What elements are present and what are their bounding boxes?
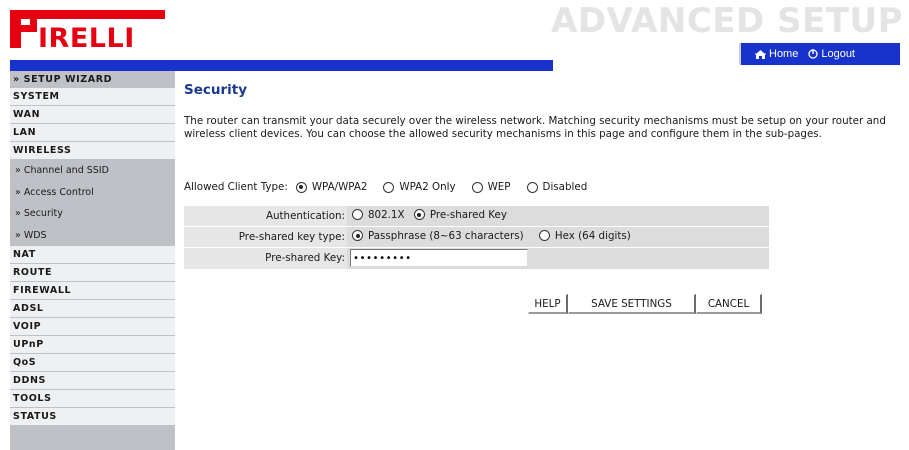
page-header-title: ADVANCED SETUP	[551, 1, 903, 41]
client-type-option-wpa2-only[interactable]: WPA2 Only	[383, 181, 456, 193]
sidebar-item-ddns[interactable]: DDNS	[10, 372, 175, 390]
sidebar-item-setup-wizard[interactable]: » SETUP WIZARD	[10, 71, 175, 88]
psk-label: Pre-shared Key:	[184, 247, 347, 269]
home-icon	[755, 49, 766, 59]
top-nav: Home Logout	[739, 43, 900, 65]
help-button[interactable]: HELP	[528, 294, 568, 314]
radio-passphrase[interactable]	[352, 230, 363, 242]
option-label: Disabled	[542, 181, 588, 193]
home-label: Home	[769, 48, 799, 60]
option-label: Hex (64 digits)	[554, 229, 631, 242]
psk-input[interactable]	[350, 249, 528, 268]
radio-disabled[interactable]	[526, 181, 538, 193]
sidebar-item-system[interactable]: SYSTEM	[10, 88, 175, 106]
logout-link[interactable]: Logout	[808, 48, 855, 60]
sidebar-item-voip[interactable]: VOIP	[10, 318, 175, 336]
sidebar-subitem-access-control[interactable]: » Access Control	[10, 181, 175, 203]
option-label: Passphrase (8~63 characters)	[368, 229, 524, 242]
radio-psk[interactable]	[413, 209, 425, 221]
sidebar-item-tools[interactable]: TOOLS	[10, 390, 175, 408]
option-label: WEP	[487, 181, 511, 193]
sidebar-item-adsl[interactable]: ADSL	[10, 300, 175, 318]
psk-type-option-passphrase[interactable]: Passphrase (8~63 characters)	[352, 230, 524, 242]
cancel-button[interactable]: CANCEL	[696, 294, 762, 314]
radio-wpa-wpa2[interactable]	[295, 181, 307, 193]
client-type-option-wep[interactable]: WEP	[471, 181, 511, 193]
client-type-option-disabled[interactable]: Disabled	[526, 181, 588, 193]
save-settings-button[interactable]: SAVE SETTINGS	[568, 294, 696, 314]
sidebar-item-firewall[interactable]: FIREWALL	[10, 282, 175, 300]
radio-wep[interactable]	[471, 181, 483, 193]
authentication-options: 802.1X Pre-shared Key	[347, 205, 769, 227]
psk-type-row: Pre-shared key type: Passphrase (8~63 ch…	[184, 226, 769, 248]
pirelli-logo: IRELLI	[10, 10, 165, 54]
radio-8021x[interactable]	[352, 209, 363, 221]
logo-text: IRELLI	[38, 23, 135, 48]
option-label: Pre-shared Key	[429, 208, 507, 221]
power-icon	[808, 49, 818, 59]
sidebar-item-status[interactable]: STATUS	[10, 408, 175, 426]
home-link[interactable]: Home	[755, 48, 798, 60]
intro-text: The router can transmit your data secure…	[184, 115, 886, 140]
sidebar-subitem-security[interactable]: » Security	[10, 203, 175, 225]
psk-type-label: Pre-shared key type:	[184, 226, 347, 248]
page-title: Security	[184, 82, 248, 98]
option-label: 802.1X	[368, 208, 405, 221]
psk-type-option-hex[interactable]: Hex (64 digits)	[538, 229, 631, 242]
main-content: Security The router can transmit your da…	[184, 80, 906, 140]
header-bar	[10, 60, 553, 71]
client-type-label: Allowed Client Type:	[184, 181, 288, 193]
psk-value-cell	[347, 247, 769, 269]
auth-option-psk[interactable]: Pre-shared Key	[413, 208, 507, 221]
sidebar-item-route[interactable]: ROUTE	[10, 264, 175, 282]
authentication-row: Authentication: 802.1X Pre-shared Key	[184, 205, 769, 227]
sidebar: » SETUP WIZARD SYSTEM WAN LAN WIRELESS »…	[10, 71, 175, 450]
radio-wpa2-only[interactable]	[383, 181, 395, 193]
sidebar-subitem-wds[interactable]: » WDS	[10, 224, 175, 246]
pirelli-logo-graphic: IRELLI	[10, 10, 165, 54]
client-type-row: Allowed Client Type: WPA/WPA2 WPA2 Only …	[184, 181, 587, 193]
auth-option-8021x[interactable]: 802.1X	[352, 209, 405, 221]
option-label: WPA2 Only	[399, 181, 456, 193]
sidebar-item-lan[interactable]: LAN	[10, 124, 175, 142]
option-label: WPA/WPA2	[311, 181, 368, 193]
psk-row: Pre-shared Key:	[184, 247, 769, 269]
sidebar-item-wireless[interactable]: WIRELESS	[10, 142, 175, 160]
sidebar-item-upnp[interactable]: UPnP	[10, 336, 175, 354]
sidebar-subitem-channel-ssid[interactable]: » Channel and SSID	[10, 160, 175, 182]
authentication-label: Authentication:	[184, 205, 347, 227]
wpa-settings-table: Authentication: 802.1X Pre-shared Key Pr…	[184, 205, 769, 269]
logout-label: Logout	[821, 48, 855, 60]
sidebar-item-wan[interactable]: WAN	[10, 106, 175, 124]
sidebar-item-qos[interactable]: QoS	[10, 354, 175, 372]
radio-hex[interactable]	[538, 230, 550, 242]
action-buttons: HELP SAVE SETTINGS CANCEL	[528, 294, 762, 314]
psk-type-options: Passphrase (8~63 characters) Hex (64 dig…	[347, 226, 769, 248]
client-type-option-wpa-wpa2[interactable]: WPA/WPA2	[295, 181, 368, 193]
sidebar-item-nat[interactable]: NAT	[10, 246, 175, 264]
